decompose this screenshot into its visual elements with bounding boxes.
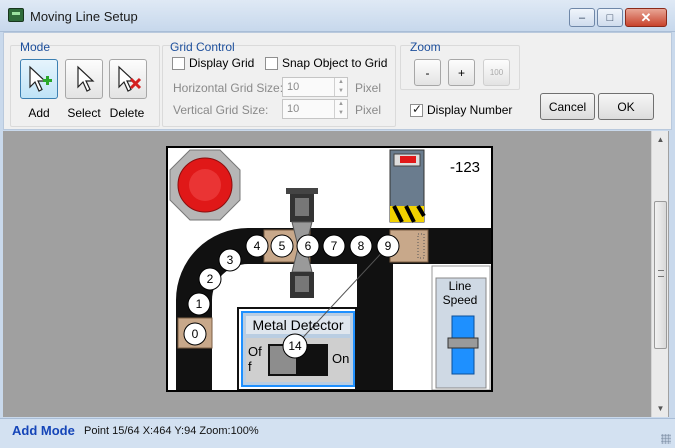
display-number-checkbox[interactable] [410,102,423,117]
close-button[interactable]: ✕ [625,8,667,27]
toolbar: Mode Add Select Delete Grid Control Disp… [3,32,672,130]
point-label-0: 0 [192,327,199,341]
point-label-6: 6 [305,239,312,253]
add-mode-label: Add [28,106,50,120]
zoom-in-button[interactable]: + [448,59,475,86]
ok-button[interactable]: OK [598,93,654,120]
scroll-up-arrow[interactable]: ▲ [652,131,669,148]
horizontal-grid-size-label: Horizontal Grid Size: [173,81,284,95]
point-label-5: 5 [279,239,286,253]
snap-to-grid-label: Snap Object to Grid [282,56,388,70]
vertical-grid-unit: Pixel [355,103,382,117]
select-cursor-icon [77,65,95,92]
cancel-button[interactable]: Cancel [540,93,595,120]
delete-mode-button[interactable] [109,59,147,99]
point-label-9: 9 [385,239,392,253]
point-label-8: 8 [358,239,365,253]
maximize-button[interactable]: □ [597,8,623,27]
counter-display: -123 [450,159,480,176]
vertical-spin-arrows[interactable]: ▲ ▼ [334,100,347,118]
point-label-3: 3 [227,253,234,267]
horizontal-grid-size-value: 10 [287,81,300,93]
horizontal-spin-arrows[interactable]: ▲ ▼ [334,78,347,96]
metal-detector-title: Metal Detector [252,317,343,333]
point-label-4: 4 [254,239,261,253]
horizontal-grid-unit: Pixel [355,81,382,95]
minimize-button[interactable]: – [569,8,595,27]
resize-grip-icon[interactable] [661,434,671,444]
vertical-scrollbar[interactable]: ▲ ▼ [651,131,668,417]
delete-cursor-icon [118,65,142,92]
zoom-group-label: Zoom [410,40,441,54]
window-title: Moving Line Setup [30,9,138,24]
grid-control-label: Grid Control [170,40,235,54]
scroll-down-arrow[interactable]: ▼ [652,400,669,417]
switch-off-label: Of f [248,344,262,374]
design-workspace[interactable]: 0 1 2 3 4 5 6 7 8 9 14 -123 Metal Detect… [3,131,669,417]
display-grid-checkbox[interactable] [172,57,185,70]
point-label-2: 2 [207,272,214,286]
point-label-selected: 14 [288,339,302,353]
point-label-1: 1 [196,297,203,311]
line-speed-label: Line Speed [442,279,478,307]
vertical-grid-size-input[interactable]: 10 ▲ ▼ [282,99,348,119]
status-bar: Add Mode Point 15/64 X:464 Y:94 Zoom:100… [0,418,675,448]
title-bar: Moving Line Setup – □ ✕ [0,0,675,32]
point-label-7: 7 [331,239,338,253]
horizontal-grid-size-input[interactable]: 10 ▲ ▼ [282,77,348,97]
mode-group-label: Mode [20,40,51,54]
design-canvas[interactable]: 0 1 2 3 4 5 6 7 8 9 14 -123 Metal Detect… [166,146,493,392]
display-number-label: Display Number [427,103,513,117]
snap-to-grid-checkbox[interactable] [265,57,278,70]
zoom-out-button[interactable]: - [414,59,441,86]
status-info: Point 15/64 X:464 Y:94 Zoom:100% [84,425,259,437]
add-mode-button[interactable] [20,59,58,99]
conveyor-belt-right-down [357,264,393,390]
display-grid-label: Display Grid [189,56,255,70]
status-mode: Add Mode [12,423,75,438]
canvas-drawing: 0 1 2 3 4 5 6 7 8 9 14 -123 Metal Detect… [169,149,491,390]
vertical-grid-size-value: 10 [287,103,300,115]
switch-on-label: On [332,351,349,366]
delete-mode-label: Delete [109,106,145,120]
app-icon [8,8,24,22]
vertical-grid-size-label: Vertical Grid Size: [173,103,269,117]
zoom-reset-button[interactable]: 100 [483,59,510,86]
select-mode-button[interactable] [65,59,103,99]
slider-thumb [447,337,479,349]
pusher-top-cap [286,188,318,194]
scroll-thumb[interactable] [654,201,667,349]
add-cursor-icon [29,65,52,92]
